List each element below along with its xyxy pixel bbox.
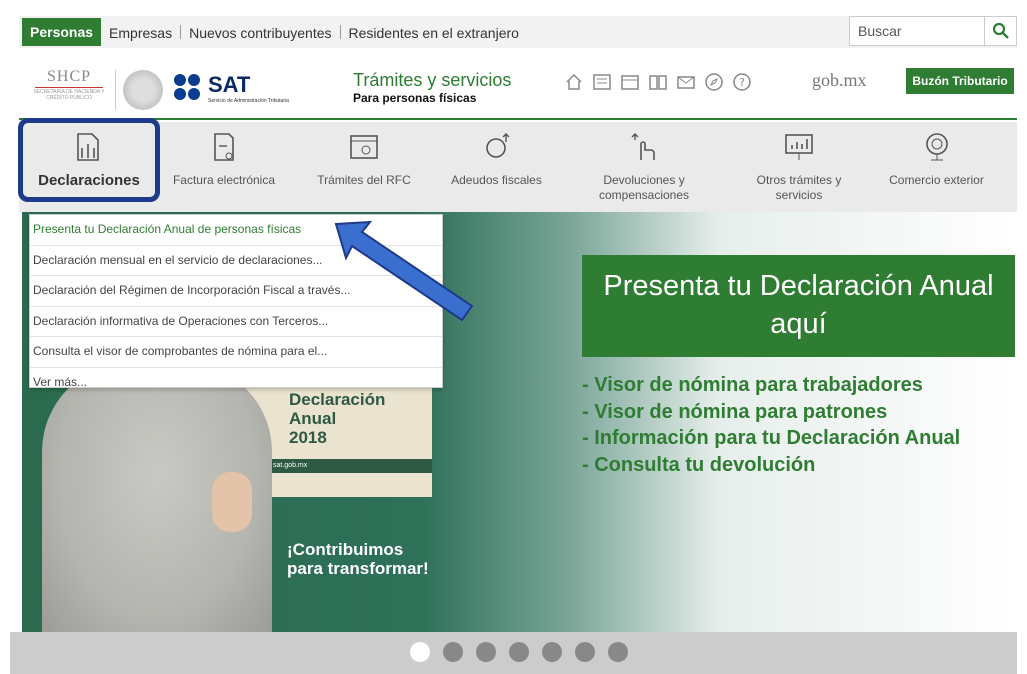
help-icon[interactable]: ? bbox=[732, 72, 752, 92]
thumbs-up-image bbox=[212, 472, 252, 532]
book-icon[interactable] bbox=[648, 72, 668, 92]
chart-board-icon bbox=[785, 134, 813, 160]
debts-icon bbox=[485, 133, 509, 158]
tab-personas[interactable]: Personas bbox=[22, 18, 102, 46]
carousel-dot[interactable] bbox=[476, 642, 496, 662]
gobmx-link[interactable]: gob.mx bbox=[812, 70, 867, 91]
calendar-icon[interactable] bbox=[620, 72, 640, 92]
category-devoluciones[interactable]: Devoluciones y compensaciones bbox=[579, 122, 709, 212]
category-comercio-exterior[interactable]: Comercio exterior bbox=[889, 122, 984, 212]
carousel-dot[interactable] bbox=[443, 642, 463, 662]
logo-divider bbox=[115, 70, 116, 110]
home-icon[interactable] bbox=[564, 72, 584, 92]
shcp-logo[interactable]: SHCP SECRETARÍA DE HACIENDA Y CRÉDITO PÚ… bbox=[27, 68, 111, 106]
promo-title[interactable]: Presenta tu Declaración Anual aquí bbox=[582, 255, 1015, 357]
sat-logo[interactable]: SAT Servicio de Administración Tributari… bbox=[174, 70, 334, 110]
search-icon bbox=[992, 22, 1009, 39]
refund-hand-icon bbox=[631, 133, 655, 160]
promo-item[interactable]: - Visor de nómina para patrones bbox=[582, 399, 960, 426]
promo-list: - Visor de nómina para trabajadores - Vi… bbox=[582, 372, 960, 478]
carousel-dot[interactable] bbox=[509, 642, 529, 662]
search-button[interactable] bbox=[985, 16, 1017, 46]
site-header: SHCP SECRETARÍA DE HACIENDA Y CRÉDITO PÚ… bbox=[19, 52, 1017, 120]
banner-slogan: ¡Contribuimos para transformar! bbox=[287, 540, 429, 578]
search-input[interactable]: Buscar bbox=[849, 16, 985, 46]
header-icons: ? bbox=[564, 72, 752, 92]
dropdown-item-visor-nomina[interactable]: Consulta el visor de comprobantes de nóm… bbox=[30, 337, 442, 368]
sat-dots-icon bbox=[174, 74, 204, 104]
poster-url: sat.gob.mx bbox=[267, 459, 432, 473]
tab-nuevos-contribuyentes[interactable]: Nuevos contribuyentes bbox=[181, 16, 339, 48]
promo-item[interactable]: - Visor de nómina para trabajadores bbox=[582, 372, 960, 399]
news-icon[interactable] bbox=[592, 72, 612, 92]
tab-empresas[interactable]: Empresas bbox=[101, 16, 180, 48]
invoice-icon bbox=[214, 133, 234, 161]
globe-money-icon bbox=[925, 133, 948, 161]
category-factura-electronica[interactable]: Factura electrónica bbox=[169, 122, 279, 212]
category-otros-tramites[interactable]: Otros trámites y servicios bbox=[744, 122, 854, 212]
svg-text:?: ? bbox=[739, 76, 745, 89]
carousel-dot[interactable] bbox=[608, 642, 628, 662]
carousel-dot[interactable] bbox=[542, 642, 562, 662]
tab-residentes-extranjero[interactable]: Residentes en el extranjero bbox=[341, 16, 527, 48]
pointer-arrow-icon bbox=[334, 220, 474, 322]
carousel-dots bbox=[10, 632, 1017, 674]
category-tramites-rfc[interactable]: Trámites del RFC bbox=[309, 122, 419, 212]
declaraciones-highlight-frame bbox=[18, 118, 160, 202]
mail-icon[interactable] bbox=[676, 72, 696, 92]
carousel-dot[interactable] bbox=[410, 642, 430, 662]
dropdown-item-ver-mas[interactable]: Ver más... bbox=[30, 368, 442, 399]
buzon-tributario-button[interactable]: Buzón Tributario bbox=[906, 68, 1014, 94]
poster-title: Declaración Anual 2018 bbox=[289, 390, 386, 447]
category-nav: Declaraciones Factura electrónica Trámit… bbox=[19, 122, 1017, 212]
carousel-dot[interactable] bbox=[575, 642, 595, 662]
section-title: Trámites y servicios Para personas físic… bbox=[353, 70, 512, 105]
promo-item[interactable]: - Información para tu Declaración Anual bbox=[582, 425, 960, 452]
mexico-seal-icon bbox=[123, 70, 163, 110]
promo-item[interactable]: - Consulta tu devolución bbox=[582, 452, 960, 479]
compass-icon[interactable] bbox=[704, 72, 724, 92]
category-adeudos-fiscales[interactable]: Adeudos fiscales bbox=[449, 122, 544, 212]
rfc-window-icon bbox=[350, 135, 378, 159]
